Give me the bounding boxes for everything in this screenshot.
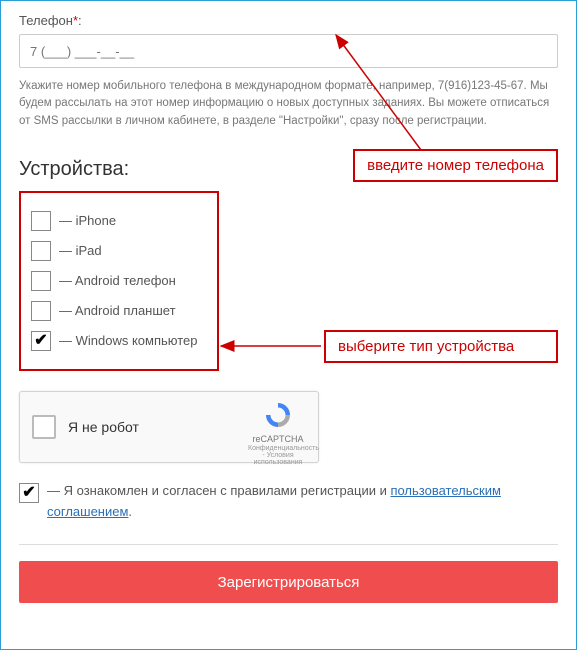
agree-suffix: . [128,504,132,519]
device-item-iphone: — iPhone [31,211,207,231]
device-label: — Android планшет [59,303,176,318]
recaptcha-logo: reCAPTCHA Конфиденциальность - Условия и… [248,400,308,466]
recaptcha-label: Я не робот [68,419,139,435]
checkbox-iphone[interactable] [31,211,51,231]
device-item-ipad: — iPad [31,241,207,261]
label-colon: : [78,13,82,28]
device-label: — iPad [59,243,102,258]
checkbox-windows[interactable] [31,331,51,351]
phone-input[interactable] [19,34,558,68]
agree-row: — Я ознакомлен и согласен с правилами ре… [19,481,558,523]
recaptcha-brand: reCAPTCHA [248,434,308,444]
recaptcha-checkbox[interactable] [32,415,56,439]
recaptcha-widget: Я не робот reCAPTCHA Конфиденциальность … [19,391,319,463]
checkbox-agree[interactable] [19,483,39,503]
device-item-android-phone: — Android телефон [31,271,207,291]
checkbox-android-tablet[interactable] [31,301,51,321]
callout-phone: введите номер телефона [353,149,558,182]
device-label: — Android телефон [59,273,176,288]
divider [19,544,558,545]
checkbox-android-phone[interactable] [31,271,51,291]
device-list: — iPhone — iPad — Android телефон — Andr… [19,191,219,371]
agree-prefix: — Я ознакомлен и согласен с правилами ре… [47,483,390,498]
register-button[interactable]: Зарегистрироваться [19,561,558,603]
recaptcha-terms: Конфиденциальность - Условия использован… [248,445,308,466]
phone-label-text: Телефон [19,13,73,28]
phone-helptext: Укажите номер мобильного телефона в межд… [19,78,558,130]
device-label: — iPhone [59,213,116,228]
callout-device: выберите тип устройства [324,330,558,363]
recaptcha-icon [263,400,293,430]
agree-text: — Я ознакомлен и согласен с правилами ре… [47,481,558,523]
device-item-android-tablet: — Android планшет [31,301,207,321]
checkbox-ipad[interactable] [31,241,51,261]
phone-label: Телефон*: [19,13,558,28]
device-label: — Windows компьютер [59,333,198,348]
arrow-to-device-icon [216,336,326,356]
device-item-windows: — Windows компьютер [31,331,207,351]
